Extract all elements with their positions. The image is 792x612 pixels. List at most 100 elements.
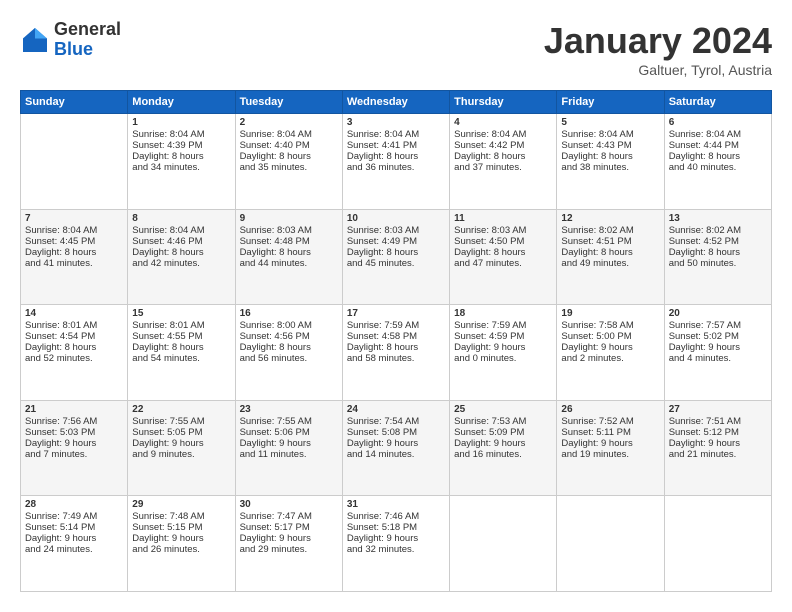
day-info: and 50 minutes.: [669, 258, 767, 269]
day-number: 3: [347, 117, 445, 128]
day-info: Sunset: 4:40 PM: [240, 140, 338, 151]
day-info: Daylight: 8 hours: [25, 342, 123, 353]
day-info: Daylight: 9 hours: [132, 533, 230, 544]
day-info: Daylight: 9 hours: [25, 438, 123, 449]
calendar-cell: 31Sunrise: 7:46 AMSunset: 5:18 PMDayligh…: [342, 496, 449, 592]
subtitle: Galtuer, Tyrol, Austria: [544, 62, 772, 78]
day-info: Sunrise: 7:51 AM: [669, 416, 767, 427]
day-info: Sunrise: 7:58 AM: [561, 320, 659, 331]
logo-general: General: [54, 19, 121, 39]
day-info: Daylight: 8 hours: [561, 247, 659, 258]
day-info: Sunrise: 8:04 AM: [454, 129, 552, 140]
calendar-cell: 30Sunrise: 7:47 AMSunset: 5:17 PMDayligh…: [235, 496, 342, 592]
week-row-3: 21Sunrise: 7:56 AMSunset: 5:03 PMDayligh…: [21, 400, 772, 496]
day-info: Sunset: 4:48 PM: [240, 236, 338, 247]
day-info: Sunrise: 7:48 AM: [132, 511, 230, 522]
week-row-2: 14Sunrise: 8:01 AMSunset: 4:54 PMDayligh…: [21, 305, 772, 401]
day-info: Sunset: 4:51 PM: [561, 236, 659, 247]
day-info: and 56 minutes.: [240, 353, 338, 364]
day-info: Daylight: 9 hours: [561, 438, 659, 449]
month-title: January 2024: [544, 20, 772, 62]
calendar-cell: [21, 114, 128, 210]
day-info: and 4 minutes.: [669, 353, 767, 364]
day-info: Sunset: 4:46 PM: [132, 236, 230, 247]
calendar-cell: 18Sunrise: 7:59 AMSunset: 4:59 PMDayligh…: [450, 305, 557, 401]
week-row-1: 7Sunrise: 8:04 AMSunset: 4:45 PMDaylight…: [21, 209, 772, 305]
day-info: Sunrise: 8:02 AM: [561, 225, 659, 236]
day-info: Sunrise: 8:04 AM: [669, 129, 767, 140]
day-header-thursday: Thursday: [450, 91, 557, 114]
day-info: and 14 minutes.: [347, 449, 445, 460]
day-info: Sunrise: 8:02 AM: [669, 225, 767, 236]
day-info: Sunrise: 8:00 AM: [240, 320, 338, 331]
day-info: Sunrise: 7:56 AM: [25, 416, 123, 427]
day-info: Daylight: 9 hours: [454, 438, 552, 449]
day-info: Sunset: 5:09 PM: [454, 427, 552, 438]
day-info: and 47 minutes.: [454, 258, 552, 269]
day-info: Sunset: 5:00 PM: [561, 331, 659, 342]
day-info: and 9 minutes.: [132, 449, 230, 460]
day-number: 16: [240, 308, 338, 319]
day-info: Sunset: 4:55 PM: [132, 331, 230, 342]
day-info: Daylight: 9 hours: [25, 533, 123, 544]
calendar-cell: 26Sunrise: 7:52 AMSunset: 5:11 PMDayligh…: [557, 400, 664, 496]
day-info: Sunrise: 7:52 AM: [561, 416, 659, 427]
day-number: 30: [240, 499, 338, 510]
day-info: Sunrise: 8:04 AM: [561, 129, 659, 140]
day-info: and 45 minutes.: [347, 258, 445, 269]
day-info: and 52 minutes.: [25, 353, 123, 364]
day-info: Sunrise: 8:04 AM: [132, 129, 230, 140]
day-info: Daylight: 9 hours: [347, 438, 445, 449]
day-number: 10: [347, 213, 445, 224]
day-info: and 26 minutes.: [132, 544, 230, 555]
day-info: and 38 minutes.: [561, 162, 659, 173]
calendar-cell: 15Sunrise: 8:01 AMSunset: 4:55 PMDayligh…: [128, 305, 235, 401]
day-info: and 37 minutes.: [454, 162, 552, 173]
day-info: Sunset: 4:58 PM: [347, 331, 445, 342]
calendar-cell: 12Sunrise: 8:02 AMSunset: 4:51 PMDayligh…: [557, 209, 664, 305]
day-number: 28: [25, 499, 123, 510]
day-info: Daylight: 8 hours: [240, 247, 338, 258]
day-info: Daylight: 8 hours: [669, 151, 767, 162]
day-number: 14: [25, 308, 123, 319]
calendar-cell: 7Sunrise: 8:04 AMSunset: 4:45 PMDaylight…: [21, 209, 128, 305]
day-info: and 41 minutes.: [25, 258, 123, 269]
day-info: and 49 minutes.: [561, 258, 659, 269]
week-row-0: 1Sunrise: 8:04 AMSunset: 4:39 PMDaylight…: [21, 114, 772, 210]
day-number: 26: [561, 404, 659, 415]
logo-text: General Blue: [54, 20, 121, 60]
day-info: and 58 minutes.: [347, 353, 445, 364]
day-info: Daylight: 9 hours: [669, 342, 767, 353]
week-row-4: 28Sunrise: 7:49 AMSunset: 5:14 PMDayligh…: [21, 496, 772, 592]
day-info: Sunset: 5:08 PM: [347, 427, 445, 438]
calendar-cell: 5Sunrise: 8:04 AMSunset: 4:43 PMDaylight…: [557, 114, 664, 210]
day-info: and 11 minutes.: [240, 449, 338, 460]
calendar-cell: 14Sunrise: 8:01 AMSunset: 4:54 PMDayligh…: [21, 305, 128, 401]
day-info: Sunrise: 8:01 AM: [132, 320, 230, 331]
calendar-cell: 6Sunrise: 8:04 AMSunset: 4:44 PMDaylight…: [664, 114, 771, 210]
calendar-cell: 24Sunrise: 7:54 AMSunset: 5:08 PMDayligh…: [342, 400, 449, 496]
day-info: Sunset: 5:18 PM: [347, 522, 445, 533]
day-number: 1: [132, 117, 230, 128]
day-number: 18: [454, 308, 552, 319]
day-info: Sunset: 5:02 PM: [669, 331, 767, 342]
day-info: Daylight: 9 hours: [240, 438, 338, 449]
day-info: Sunset: 4:42 PM: [454, 140, 552, 151]
calendar-cell: 28Sunrise: 7:49 AMSunset: 5:14 PMDayligh…: [21, 496, 128, 592]
day-info: and 2 minutes.: [561, 353, 659, 364]
days-header-row: SundayMondayTuesdayWednesdayThursdayFrid…: [21, 91, 772, 114]
day-info: and 21 minutes.: [669, 449, 767, 460]
day-info: and 54 minutes.: [132, 353, 230, 364]
calendar-cell: 16Sunrise: 8:00 AMSunset: 4:56 PMDayligh…: [235, 305, 342, 401]
day-info: Sunrise: 8:04 AM: [347, 129, 445, 140]
day-info: and 35 minutes.: [240, 162, 338, 173]
calendar-cell: 25Sunrise: 7:53 AMSunset: 5:09 PMDayligh…: [450, 400, 557, 496]
day-info: Daylight: 8 hours: [347, 151, 445, 162]
day-number: 13: [669, 213, 767, 224]
day-info: Sunset: 5:11 PM: [561, 427, 659, 438]
day-number: 2: [240, 117, 338, 128]
day-header-sunday: Sunday: [21, 91, 128, 114]
day-info: and 40 minutes.: [669, 162, 767, 173]
day-number: 11: [454, 213, 552, 224]
day-number: 20: [669, 308, 767, 319]
